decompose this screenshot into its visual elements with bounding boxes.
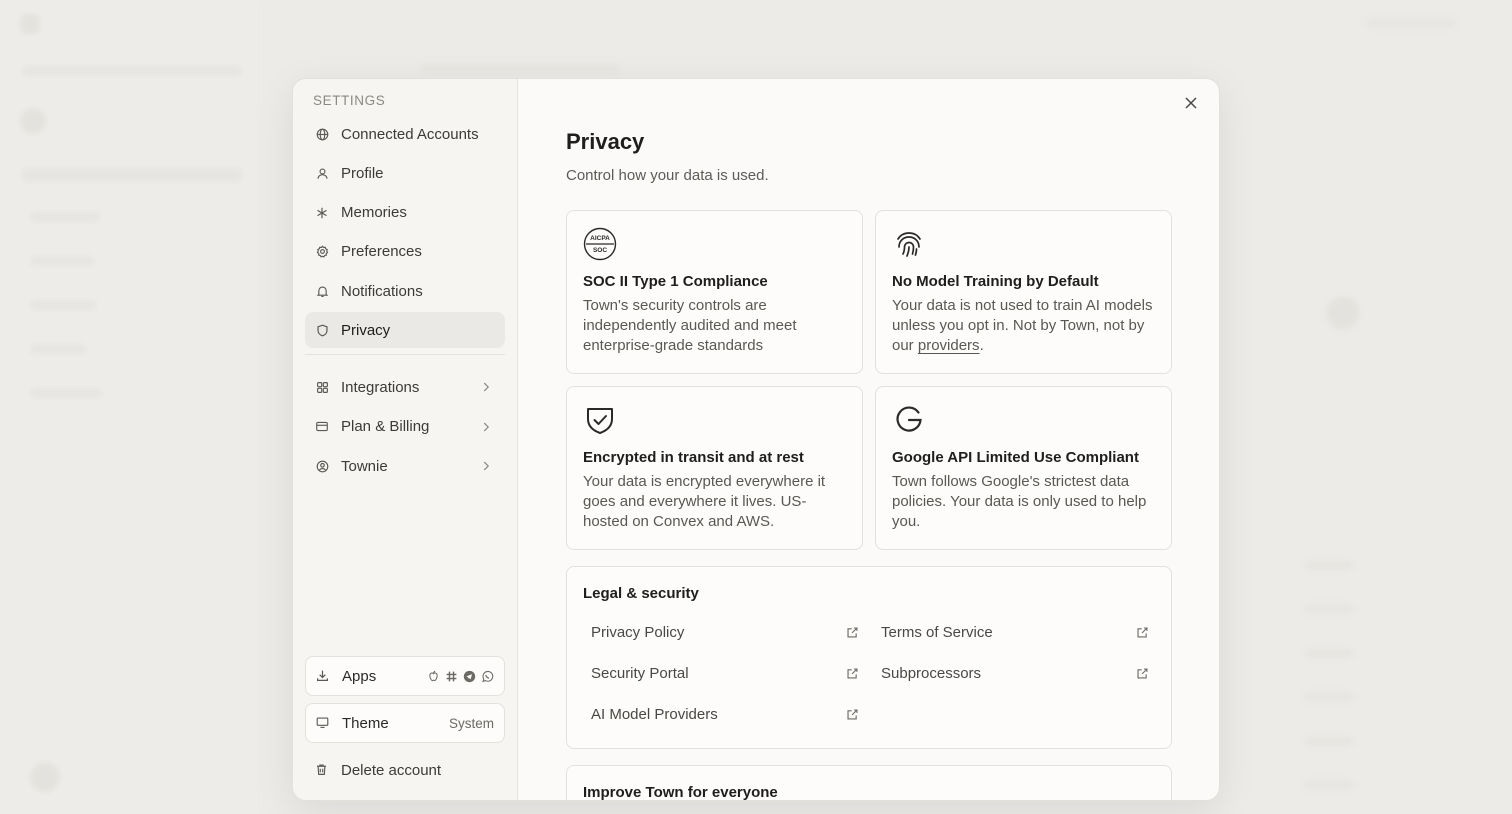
sidebar-item-label: Profile [341,164,384,182]
badge-top-text: AICPA [590,235,610,242]
chevron-right-icon [479,420,493,434]
sidebar-item-preferences[interactable]: Preferences [305,234,505,270]
sidebar-item-privacy[interactable]: Privacy [305,312,505,349]
privacy-panel: Privacy Control how your data is used. A… [518,79,1219,800]
sidebar-divider [305,354,505,356]
sidebar-item-plan-billing[interactable]: Plan & Billing [305,409,505,445]
link-label: Privacy Policy [591,624,685,641]
card-encryption: Encrypted in transit and at rest Your da… [566,386,863,550]
sidebar-item-connected-accounts[interactable]: Connected Accounts [305,116,505,152]
external-link-icon [1136,667,1149,680]
globe-icon [315,127,329,141]
subprocessors-link[interactable]: Subprocessors [873,653,1163,694]
user-icon [315,166,329,180]
sidebar-item-label: Connected Accounts [341,125,479,143]
shield-check-icon [583,403,617,437]
improve-town-section: Improve Town for everyone [566,765,1172,800]
slack-icon [445,670,458,683]
sidebar-footer: Apps Theme System Delete account [305,656,505,790]
theme-label: Theme [342,714,389,732]
badge-bottom-text: SOC [593,247,607,254]
card-title: Encrypted in transit and at rest [583,449,804,466]
card-description: Your data is encrypted everywhere it goe… [583,473,826,530]
apps-button[interactable]: Apps [305,656,505,696]
credit-card-icon [315,420,329,434]
privacy-cards: AICPA SOC SOC II Type 1 Compliance Town'… [566,210,1172,550]
link-label: AI Model Providers [591,706,718,723]
external-link-icon [846,626,859,639]
chevron-right-icon [479,459,493,473]
aicpa-soc-badge-icon: AICPA SOC [583,227,617,261]
sidebar-item-memories[interactable]: Memories [305,195,505,231]
link-label: Subprocessors [881,665,982,682]
security-portal-link[interactable]: Security Portal [583,653,873,694]
delete-account-label: Delete account [341,761,442,779]
google-g-icon [892,403,926,437]
user-circle-icon [315,459,329,473]
sidebar-item-profile[interactable]: Profile [305,155,505,191]
close-button[interactable] [1181,95,1201,115]
providers-link[interactable]: providers [918,337,980,354]
legal-links: Privacy Policy Terms of Service Security… [583,612,1155,735]
shield-icon [315,323,329,337]
link-label: Security Portal [591,665,689,682]
sidebar-item-label: Preferences [341,243,422,261]
card-title: SOC II Type 1 Compliance [583,273,768,290]
sidebar-item-integrations[interactable]: Integrations [305,369,505,405]
asterisk-icon [315,206,329,220]
fingerprint-icon [892,227,926,261]
telegram-icon [463,670,476,683]
app-platform-icons [427,670,494,683]
link-label: Terms of Service [881,624,993,641]
card-description: Your data is not used to train AI models… [892,296,1155,356]
external-link-icon [846,667,859,680]
chevron-right-icon [479,380,493,394]
trash-icon [315,763,329,777]
settings-sidebar: SETTINGS Connected Accounts Profile Memo… [293,79,518,800]
card-google-api: Google API Limited Use Compliant Town fo… [875,386,1172,550]
apple-icon [427,670,440,683]
delete-account-button[interactable]: Delete account [305,750,505,790]
sidebar-item-townie[interactable]: Townie [305,448,505,484]
gear-icon [315,245,329,259]
card-title: No Model Training by Default [892,273,1099,290]
legal-security-section: Legal & security Privacy Policy Terms of… [566,566,1172,749]
sidebar-item-label: Integrations [341,378,420,396]
sidebar-item-label: Notifications [341,282,423,300]
sidebar-item-notifications[interactable]: Notifications [305,273,505,309]
external-link-icon [846,708,859,721]
close-icon [1184,96,1198,115]
sidebar-item-label: Privacy [341,321,391,339]
theme-selector[interactable]: Theme System [305,703,505,743]
bell-icon [315,284,329,298]
sidebar-item-label: Memories [341,204,407,222]
ai-model-providers-link[interactable]: AI Model Providers [583,694,873,735]
settings-modal: SETTINGS Connected Accounts Profile Memo… [292,78,1220,801]
page-subtitle: Control how your data is used. [566,167,769,184]
monitor-icon [316,716,330,730]
whatsapp-icon [481,670,494,683]
theme-value: System [448,715,494,731]
settings-heading: SETTINGS [313,93,386,108]
improve-section-title: Improve Town for everyone [583,784,778,800]
card-soc-compliance: AICPA SOC SOC II Type 1 Compliance Town'… [566,210,863,374]
sidebar-item-label: Townie [341,457,388,475]
card-title: Google API Limited Use Compliant [892,449,1139,466]
external-link-icon [1136,626,1149,639]
card-description: Town's security controls are independent… [583,297,797,354]
card-description-end: . [979,337,984,354]
page-title: Privacy [566,129,645,154]
download-icon [316,669,330,683]
sidebar-item-label: Plan & Billing [341,418,430,436]
apps-label: Apps [342,667,377,685]
card-no-model-training: No Model Training by Default Your data i… [875,210,1172,374]
legal-section-title: Legal & security [583,585,699,602]
privacy-policy-link[interactable]: Privacy Policy [583,612,873,653]
grid-icon [315,380,329,394]
terms-of-service-link[interactable]: Terms of Service [873,612,1163,653]
card-description: Town follows Google's strictest data pol… [892,473,1147,530]
